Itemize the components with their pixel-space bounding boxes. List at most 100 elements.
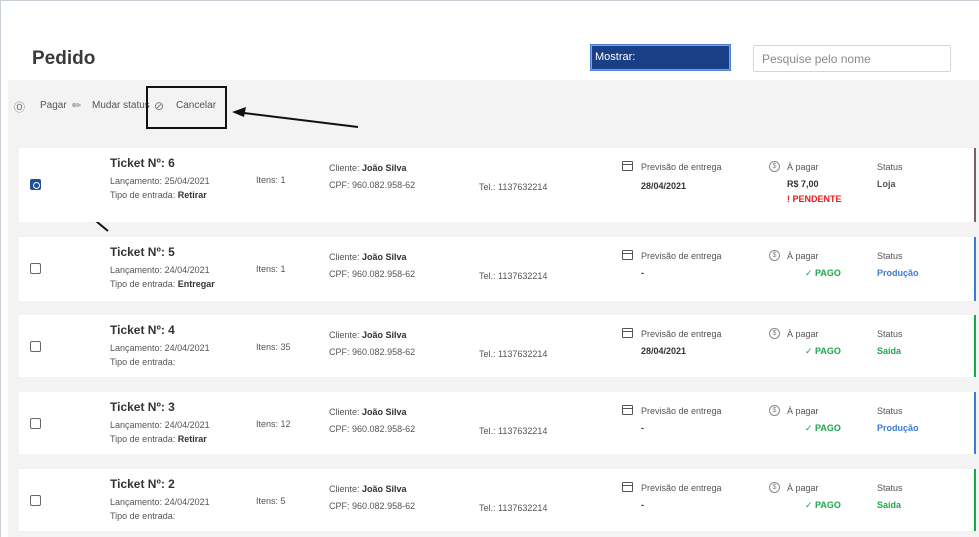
ticket-title: Ticket Nº: 4 xyxy=(110,323,175,337)
pay-value: R$ 7,00 xyxy=(787,179,819,189)
cliente-label: Cliente: xyxy=(329,252,360,262)
ticket-cliente: Cliente: João Silva xyxy=(329,407,407,417)
ticket-card[interactable]: Ticket Nº: 2 Lançamento: 24/04/2021 Tipo… xyxy=(19,469,976,531)
status-label: Status xyxy=(877,162,903,172)
tel-label: Tel.: xyxy=(479,426,496,436)
ticket-cliente: Cliente: João Silva xyxy=(329,163,407,173)
ticket-tipo: Tipo de entrada: xyxy=(110,511,175,521)
mostrar-label: Mostrar: xyxy=(595,51,636,63)
tel-value: 1137632214 xyxy=(498,503,548,513)
cpf-value: 960.082.958-62 xyxy=(352,269,416,279)
lancamento-value: 24/04/2021 xyxy=(164,497,210,507)
cliente-value: João Silva xyxy=(362,407,407,417)
ticket-card[interactable]: Ticket Nº: 6 Lançamento: 25/04/2021 Tipo… xyxy=(19,148,976,222)
tel-value: 1137632214 xyxy=(498,349,548,359)
ticket-tel: Tel.: 1137632214 xyxy=(479,503,547,513)
calendar-icon xyxy=(622,328,633,338)
previsao-label: Previsão de entrega xyxy=(641,162,722,172)
ticket-cpf: CPF: 960.082.958-62 xyxy=(329,424,415,434)
search-input[interactable] xyxy=(753,45,951,72)
mudar-status-label: Mudar status xyxy=(92,100,150,111)
cliente-value: João Silva xyxy=(362,484,407,494)
ticket-card[interactable]: Ticket Nº: 3 Lançamento: 24/04/2021 Tipo… xyxy=(19,392,976,454)
calendar-icon xyxy=(622,161,633,171)
page-title: Pedido xyxy=(32,48,96,69)
previsao-value: - xyxy=(641,500,644,510)
ticket-title: Ticket Nº: 6 xyxy=(110,156,175,170)
ticket-itens: Itens: 12 xyxy=(256,419,291,429)
annotation-box-cancelar xyxy=(146,86,227,129)
previsao-label: Previsão de entrega xyxy=(641,483,722,493)
ticket-lancamento: Lançamento: 25/04/2021 xyxy=(110,176,210,186)
cpf-value: 960.082.958-62 xyxy=(352,180,416,190)
cliente-value: João Silva xyxy=(362,330,407,340)
ticket-cpf: CPF: 960.082.958-62 xyxy=(329,501,415,511)
itens-value: 1 xyxy=(280,175,286,185)
status-value: Loja xyxy=(877,179,896,189)
previsao-value: - xyxy=(641,268,644,278)
a-pagar-label: À pagar xyxy=(787,406,819,416)
coin-icon: $ xyxy=(769,161,780,172)
status-value: Produção xyxy=(877,268,919,278)
tel-label: Tel.: xyxy=(479,503,496,513)
cpf-value: 960.082.958-62 xyxy=(352,424,416,434)
tipo-label: Tipo de entrada: xyxy=(110,511,176,521)
ticket-checkbox[interactable] xyxy=(30,495,41,506)
lancamento-label: Lançamento: xyxy=(110,343,163,353)
cliente-label: Cliente: xyxy=(329,407,360,417)
lancamento-label: Lançamento: xyxy=(110,497,163,507)
ticket-cpf: CPF: 960.082.958-62 xyxy=(329,347,415,357)
previsao-value: 28/04/2021 xyxy=(641,346,687,356)
previsao-value: 28/04/2021 xyxy=(641,181,687,191)
cliente-value: João Silva xyxy=(362,252,407,262)
ticket-title: Ticket Nº: 5 xyxy=(110,245,175,259)
ticket-checkbox[interactable] xyxy=(30,263,41,274)
tipo-value: Retirar xyxy=(177,190,207,200)
status-label: Status xyxy=(877,329,903,339)
lancamento-value: 24/04/2021 xyxy=(164,420,210,430)
tipo-label: Tipo de entrada: xyxy=(110,190,176,200)
ticket-checkbox[interactable] xyxy=(30,179,41,190)
ticket-itens: Itens: 1 xyxy=(256,264,286,274)
itens-value: 5 xyxy=(280,496,286,506)
tipo-label: Tipo de entrada: xyxy=(110,279,176,289)
calendar-icon xyxy=(622,405,633,415)
ticket-card[interactable]: Ticket Nº: 4 Lançamento: 24/04/2021 Tipo… xyxy=(19,315,976,377)
tipo-value: Entregar xyxy=(177,279,215,289)
cpf-label: CPF: xyxy=(329,347,350,357)
lancamento-label: Lançamento: xyxy=(110,420,163,430)
lancamento-value: 24/04/2021 xyxy=(164,343,210,353)
pay-status: ✓ PAGO xyxy=(805,268,841,278)
coin-icon: Ⓞ xyxy=(14,102,25,114)
tel-label: Tel.: xyxy=(479,182,496,192)
itens-label: Itens: xyxy=(256,496,279,506)
previsao-label: Previsão de entrega xyxy=(641,251,722,261)
ticket-cliente: Cliente: João Silva xyxy=(329,252,407,262)
status-value: Saída xyxy=(877,346,902,356)
cliente-label: Cliente: xyxy=(329,330,360,340)
cpf-label: CPF: xyxy=(329,180,350,190)
ticket-tipo: Tipo de entrada: xyxy=(110,357,175,367)
tel-label: Tel.: xyxy=(479,271,496,281)
cpf-value: 960.082.958-62 xyxy=(352,501,416,511)
ticket-title: Ticket Nº: 2 xyxy=(110,477,175,491)
ticket-tel: Tel.: 1137632214 xyxy=(479,349,547,359)
ticket-card[interactable]: Ticket Nº: 5 Lançamento: 24/04/2021 Tipo… xyxy=(19,237,976,301)
ticket-tel: Tel.: 1137632214 xyxy=(479,271,547,281)
coin-icon: $ xyxy=(769,328,780,339)
mostrar-select[interactable]: Mostrar: xyxy=(590,44,731,71)
itens-label: Itens: xyxy=(256,342,279,352)
pagar-label: Pagar xyxy=(40,100,67,111)
itens-value: 12 xyxy=(280,419,291,429)
coin-icon: $ xyxy=(769,482,780,493)
ticket-checkbox[interactable] xyxy=(30,341,41,352)
pay-status: ✓ PAGO xyxy=(805,423,841,433)
ticket-checkbox[interactable] xyxy=(30,418,41,429)
pay-status: ✓ PAGO xyxy=(805,500,841,510)
a-pagar-label: À pagar xyxy=(787,162,819,172)
ticket-lancamento: Lançamento: 24/04/2021 xyxy=(110,497,210,507)
lancamento-value: 25/04/2021 xyxy=(164,176,210,186)
ticket-lancamento: Lançamento: 24/04/2021 xyxy=(110,265,210,275)
pencil-icon: ✏ xyxy=(72,100,82,112)
cliente-value: João Silva xyxy=(362,163,407,173)
